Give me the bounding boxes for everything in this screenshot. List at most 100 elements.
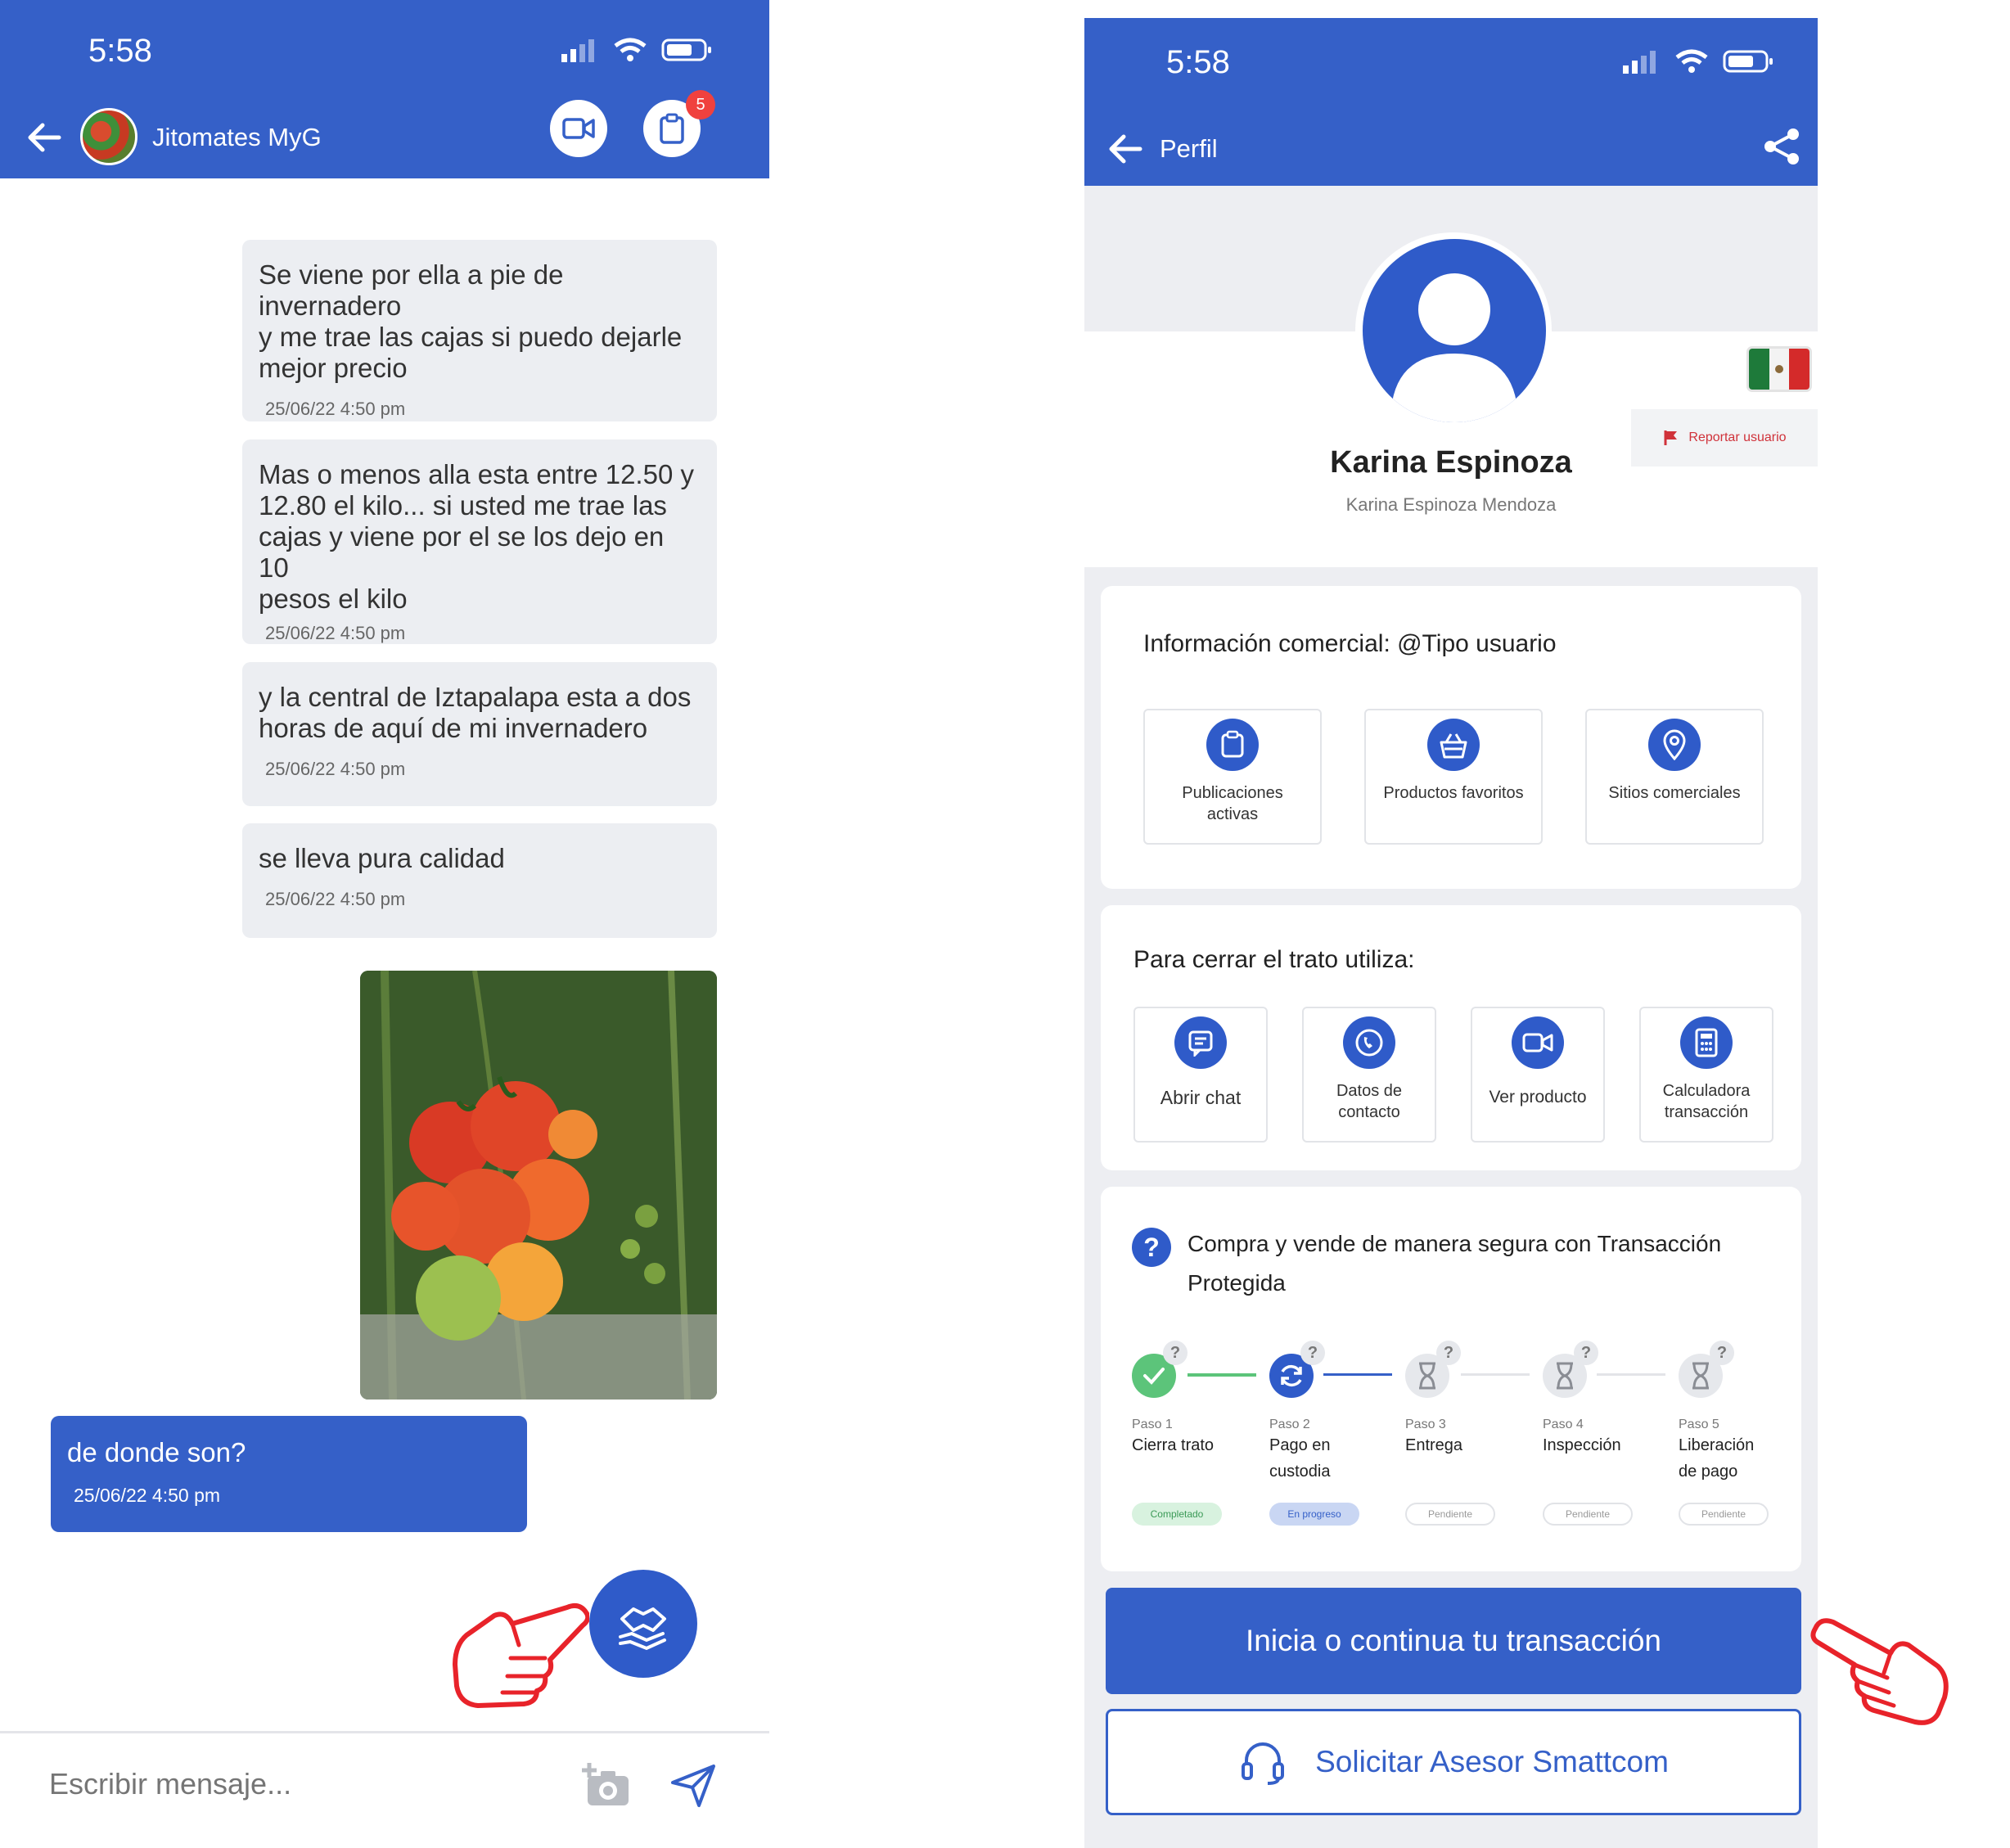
step-help-icon[interactable]: ? <box>1300 1341 1325 1365</box>
status-time: 5:58 <box>1166 44 1230 80</box>
tile-label: Publicaciones activas <box>1182 784 1283 823</box>
contact-avatar[interactable] <box>80 108 137 165</box>
status-icons <box>560 38 712 62</box>
status-badge-pending: Pendiente <box>1405 1503 1495 1526</box>
video-icon <box>1522 1033 1553 1052</box>
message-bubble: Se viene por ella a pie de invernadero y… <box>242 240 717 421</box>
step-number: Paso 1 <box>1132 1418 1173 1431</box>
step-1: Paso 1 Cierra trato <box>1132 1418 1214 1458</box>
message-bubble: se lleva pura calidad 25/06/22 4:50 pm <box>242 823 717 938</box>
step-5: Paso 5 Liberación de pago <box>1679 1418 1754 1485</box>
commercial-info-card: Información comercial: @Tipo usuario Pub… <box>1101 586 1801 889</box>
pointing-hand-icon <box>453 1603 589 1708</box>
status-time: 5:58 <box>88 33 152 69</box>
add-photo-icon[interactable] <box>578 1760 632 1809</box>
clipboard-icon <box>660 113 684 144</box>
step-help-icon[interactable]: ? <box>1710 1341 1734 1365</box>
video-call-button[interactable] <box>550 100 607 157</box>
step-3: Paso 3 Entrega <box>1405 1418 1462 1458</box>
message-time: 25/06/22 4:50 pm <box>265 399 406 419</box>
tomato-photo[interactable] <box>360 971 717 1400</box>
message-text: y la central de Iztapalapa esta a dos ho… <box>259 682 692 743</box>
flag-icon <box>1664 430 1678 445</box>
protected-title: Compra y vende de manera segura con Tran… <box>1188 1224 1721 1303</box>
step-connector <box>1323 1373 1392 1376</box>
close-deal-card: Para cerrar el trato utiliza: Abrir chat… <box>1101 905 1801 1170</box>
status-badge-pending: Pendiente <box>1679 1503 1769 1526</box>
mexico-flag-icon <box>1749 349 1809 390</box>
send-icon[interactable] <box>669 1763 717 1809</box>
share-icon[interactable] <box>1762 126 1801 167</box>
phone-icon <box>1355 1029 1383 1057</box>
step-name: Liberación de pago <box>1679 1436 1755 1481</box>
commercial-info-title: Información comercial: @Tipo usuario <box>1143 630 1557 657</box>
request-advisor-label: Solicitar Asesor Smattcom <box>1315 1745 1669 1778</box>
tomato-image-icon <box>360 971 717 1400</box>
step-number: Paso 4 <box>1543 1418 1584 1431</box>
location-pin-icon <box>1663 729 1686 760</box>
tile-sitios-comerciales[interactable]: Sitios comerciales <box>1585 709 1764 845</box>
message-time: 25/06/22 4:50 pm <box>74 1485 221 1506</box>
tile-ver-producto[interactable]: Ver producto <box>1471 1007 1605 1143</box>
step-2: Paso 2 Pago en custodia <box>1269 1418 1331 1485</box>
tile-label: Abrir chat <box>1160 1087 1242 1108</box>
tile-label: Sitios comerciales <box>1608 784 1741 802</box>
tile-calculadora[interactable]: Calculadora transacción <box>1639 1007 1773 1143</box>
handshake-icon <box>619 1607 666 1651</box>
request-advisor-button[interactable]: Solicitar Asesor Smattcom <box>1106 1709 1801 1815</box>
tile-abrir-chat[interactable]: Abrir chat <box>1133 1007 1268 1143</box>
step-connector <box>1188 1373 1256 1377</box>
step-name: Inspección <box>1543 1436 1621 1454</box>
user-silhouette-icon <box>1390 273 1518 422</box>
protected-transaction-card: ? Compra y vende de manera segura con Tr… <box>1101 1187 1801 1571</box>
status-badge-in-progress: En progreso <box>1269 1503 1359 1526</box>
tile-label: Datos de contacto <box>1336 1082 1403 1121</box>
profile-header: 5:58 Perfil <box>1084 18 1818 186</box>
status-icons <box>1621 49 1773 74</box>
step-help-icon[interactable]: ? <box>1574 1341 1598 1365</box>
tile-datos-contacto[interactable]: Datos de contacto <box>1302 1007 1436 1143</box>
message-time: 25/06/22 4:50 pm <box>265 889 406 909</box>
battery-icon <box>1723 50 1773 73</box>
profile-name: Karina Espinoza <box>1330 445 1572 480</box>
step-help-icon[interactable]: ? <box>1436 1341 1461 1365</box>
help-icon[interactable]: ? <box>1132 1228 1171 1267</box>
chat-screen: 5:58 Jitomates MyG 5 Se viene por ella a… <box>0 0 769 1848</box>
step-number: Paso 5 <box>1679 1418 1719 1431</box>
wifi-icon <box>1675 49 1708 73</box>
composer-divider <box>0 1731 769 1733</box>
back-arrow-icon[interactable] <box>1107 133 1143 165</box>
step-connector <box>1597 1373 1665 1376</box>
battery-icon <box>661 38 711 61</box>
chat-icon <box>1188 1030 1213 1057</box>
step-name: Pago en custodia <box>1269 1436 1331 1481</box>
chat-header: 5:58 Jitomates MyG 5 <box>0 0 769 178</box>
deal-handshake-button[interactable] <box>589 1570 697 1678</box>
back-arrow-icon[interactable] <box>26 121 62 154</box>
tile-productos-favoritos[interactable]: Productos favoritos <box>1364 709 1543 845</box>
outgoing-message-bubble: de donde son? 25/06/22 4:50 pm <box>51 1416 527 1532</box>
protected-title-line2: Protegida <box>1188 1270 1286 1296</box>
step-4: Paso 4 Inspección <box>1543 1418 1621 1458</box>
start-transaction-button[interactable]: Inicia o continua tu transacción <box>1106 1588 1801 1694</box>
contact-name[interactable]: Jitomates MyG <box>152 123 322 152</box>
step-help-icon[interactable]: ? <box>1163 1341 1188 1365</box>
message-text: Se viene por ella a pie de invernadero y… <box>259 259 683 383</box>
signal-icon <box>1623 51 1656 74</box>
notification-badge: 5 <box>686 90 715 119</box>
step-number: Paso 3 <box>1405 1418 1446 1431</box>
profile-full-name: Karina Espinoza Mendoza <box>1345 494 1557 515</box>
clipboard-icon <box>1221 730 1244 758</box>
headset-icon <box>1242 1742 1285 1785</box>
calculator-icon <box>1695 1028 1718 1057</box>
step-name: Cierra trato <box>1132 1436 1215 1454</box>
message-time: 25/06/22 4:50 pm <box>265 623 406 643</box>
report-user-label: Reportar usuario <box>1688 430 1787 444</box>
message-text: de donde son? <box>67 1437 246 1467</box>
tile-label: Ver producto <box>1489 1088 1587 1107</box>
message-bubble: Mas o menos alla esta entre 12.50 y 12.8… <box>242 439 717 644</box>
step-connector <box>1461 1373 1530 1376</box>
avatar[interactable] <box>1363 239 1546 422</box>
tile-publicaciones[interactable]: Publicaciones activas <box>1143 709 1322 845</box>
message-input[interactable] <box>49 1760 540 1809</box>
